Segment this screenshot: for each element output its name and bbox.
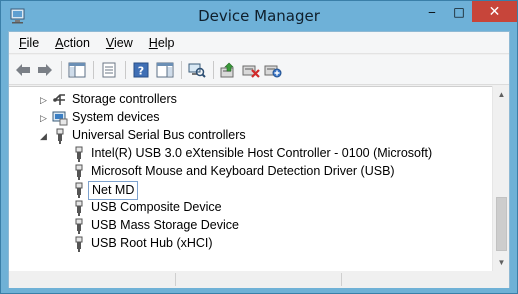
status-divider — [175, 273, 176, 286]
minimize-icon: ‒ — [428, 4, 436, 19]
tree-node-label: System devices — [72, 110, 160, 124]
usb-device-icon — [75, 200, 83, 216]
back-button[interactable] — [13, 60, 33, 80]
tree-node-usb-device[interactable]: Intel(R) USB 3.0 eXtensible Host Control… — [9, 145, 492, 163]
system-devices-icon — [52, 111, 68, 126]
svg-text:?: ? — [138, 65, 144, 78]
uninstall-device-button[interactable] — [241, 60, 261, 80]
properties-icon — [102, 62, 116, 78]
show-action-pane-button[interactable] — [155, 60, 175, 80]
vertical-scrollbar[interactable]: ▲ ▼ — [492, 86, 509, 271]
toolbar-separator — [61, 61, 62, 79]
close-icon: ✕ — [488, 3, 501, 20]
tree-node-usb-device[interactable]: USB Root Hub (xHCI) — [9, 235, 492, 253]
minimize-button[interactable]: ‒ — [418, 1, 446, 22]
maximize-icon: □ — [453, 4, 465, 19]
expand-collapsed-icon[interactable]: ▷ — [39, 114, 48, 123]
menu-bar: File Action View Help — [9, 32, 509, 54]
tree-node-label: Storage controllers — [72, 92, 177, 106]
toolbar-separator — [93, 61, 94, 79]
usb-device-icon — [75, 182, 83, 198]
tree-node-label: Microsoft Mouse and Keyboard Detection D… — [91, 164, 395, 178]
menu-view-label: iew — [114, 35, 133, 50]
tree-node-label-selected: Net MD — [88, 181, 139, 200]
help-icon: ? — [133, 62, 149, 78]
collapse-expanded-icon[interactable]: ◢ — [39, 132, 48, 141]
tree-node-usb-device[interactable]: USB Composite Device — [9, 199, 492, 217]
tree-node-label: Intel(R) USB 3.0 eXtensible Host Control… — [91, 146, 433, 160]
scrollbar-thumb[interactable] — [496, 197, 507, 251]
maximize-button[interactable]: □ — [446, 1, 472, 22]
tree-node-usb-device-selected[interactable]: Net MD — [9, 181, 492, 200]
toolbar-separator — [181, 61, 182, 79]
tree-node-label: USB Mass Storage Device — [91, 218, 239, 232]
menu-file-mnemonic: F — [19, 35, 27, 50]
status-bar — [9, 271, 509, 288]
toolbar: ? — [9, 55, 509, 85]
properties-button[interactable] — [99, 60, 119, 80]
show-hide-console-tree-icon — [68, 62, 86, 78]
toolbar-separator — [213, 61, 214, 79]
storage-controller-icon — [53, 94, 65, 105]
back-arrow-icon — [16, 64, 30, 76]
expand-collapsed-icon[interactable]: ▷ — [39, 96, 48, 105]
uninstall-device-icon — [242, 65, 260, 78]
add-legacy-hardware-icon — [264, 65, 282, 78]
title-bar[interactable]: Device Manager ‒ □ ✕ — [1, 1, 517, 31]
menu-help-label: elp — [157, 35, 175, 50]
scan-hardware-changes-button[interactable] — [187, 60, 207, 80]
help-button[interactable]: ? — [131, 60, 151, 80]
show-action-pane-icon — [156, 62, 174, 78]
menu-view[interactable]: View — [98, 33, 141, 53]
menu-view-mnemonic: V — [105, 35, 115, 50]
usb-device-icon — [75, 164, 83, 180]
forward-arrow-icon — [38, 64, 52, 76]
status-divider — [341, 273, 342, 286]
close-button[interactable]: ✕ — [472, 1, 517, 22]
menu-help-mnemonic: H — [148, 35, 158, 50]
forward-button[interactable] — [35, 60, 55, 80]
device-tree[interactable]: ▷ Storage controllers ▷ System devices ◢… — [9, 86, 492, 271]
usb-icon — [56, 128, 64, 144]
menu-file[interactable]: File — [11, 33, 47, 53]
tree-node-storage-controllers[interactable]: ▷ Storage controllers — [9, 91, 492, 109]
tree-node-label: USB Root Hub (xHCI) — [91, 236, 213, 250]
tree-node-label: Universal Serial Bus controllers — [72, 128, 246, 142]
tree-node-usb-controllers[interactable]: ◢ Universal Serial Bus controllers — [9, 127, 492, 145]
update-driver-button[interactable] — [219, 60, 239, 80]
menu-help[interactable]: Help — [141, 33, 183, 53]
menu-action-label: ction — [63, 35, 90, 50]
show-hide-console-tree-button[interactable] — [67, 60, 87, 80]
toolbar-separator — [125, 61, 126, 79]
usb-device-icon — [75, 146, 83, 162]
scroll-down-arrow-icon[interactable]: ▼ — [493, 254, 510, 271]
add-legacy-hardware-button[interactable] — [263, 60, 283, 80]
scroll-up-arrow-icon[interactable]: ▲ — [493, 86, 510, 103]
tree-node-label: USB Composite Device — [91, 200, 222, 214]
update-driver-icon — [220, 62, 234, 78]
device-manager-window: Device Manager ‒ □ ✕ File Action View He… — [0, 0, 518, 294]
menu-file-label: ile — [26, 35, 40, 50]
usb-device-icon — [75, 236, 83, 252]
client-area: File Action View Help ? ▷ Storage contro… — [8, 31, 510, 288]
tree-node-system-devices[interactable]: ▷ System devices — [9, 109, 492, 127]
menu-action-mnemonic: A — [55, 35, 64, 50]
menu-action[interactable]: Action — [47, 33, 98, 53]
scan-hardware-changes-icon — [188, 63, 206, 78]
usb-device-icon — [75, 218, 83, 234]
tree-node-usb-device[interactable]: USB Mass Storage Device — [9, 217, 492, 235]
tree-node-usb-device[interactable]: Microsoft Mouse and Keyboard Detection D… — [9, 163, 492, 181]
